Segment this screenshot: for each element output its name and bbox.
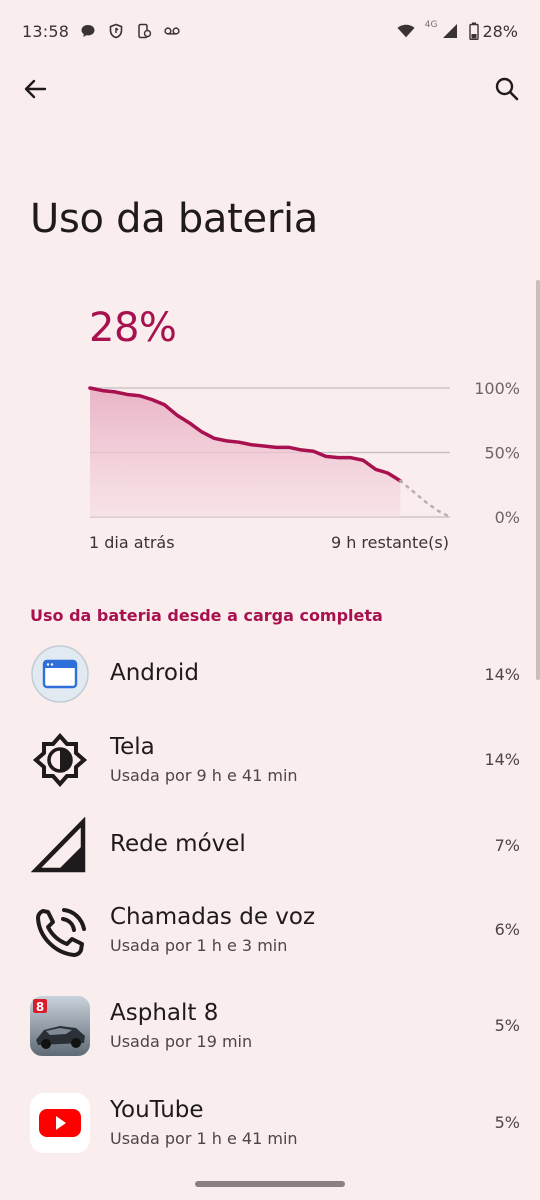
app-usage-detail: Usada por 1 h e 41 min xyxy=(110,1129,298,1148)
chart-axis-end-label: 9 h restante(s) xyxy=(330,533,449,552)
status-bar-left: 13:58 xyxy=(22,22,181,41)
wifi-icon xyxy=(397,22,415,40)
app-name: Rede móvel xyxy=(110,831,246,857)
back-button[interactable] xyxy=(20,74,50,104)
chart-tick-label: 50% xyxy=(484,444,520,463)
network-type-label: 4G xyxy=(424,20,438,30)
phone-sync-icon xyxy=(135,22,153,40)
status-time: 13:58 xyxy=(22,21,70,41)
youtube-icon xyxy=(30,1093,90,1153)
arrow-left-icon xyxy=(24,79,47,99)
search-button[interactable] xyxy=(492,74,522,104)
list-item-asphalt-8[interactable]: 8 Asphalt 8 Usada por 19 min 5% xyxy=(0,996,540,1086)
status-bar: 13:58 4G 28% xyxy=(0,0,540,62)
list-item-android[interactable]: Android 14% xyxy=(0,630,540,720)
voicemail-icon xyxy=(163,22,181,40)
asphalt-8-icon: 8 xyxy=(30,996,90,1056)
list-item-chamadas-de-voz[interactable]: Chamadas de voz Usada por 1 h e 3 min 6% xyxy=(0,900,540,990)
app-percent: 5% xyxy=(494,1016,520,1035)
shield-icon xyxy=(107,22,125,40)
battery-level: 28% xyxy=(89,305,177,351)
chart-axis-start-label: 1 dia atrás xyxy=(89,533,175,552)
scrollbar[interactable] xyxy=(536,280,540,680)
app-bar xyxy=(0,62,540,114)
cell-signal-icon xyxy=(30,816,90,876)
chat-notification-icon xyxy=(79,22,97,40)
svg-text:8: 8 xyxy=(36,1000,44,1014)
status-bar-right: 4G 28% xyxy=(397,20,518,41)
chart-tick-label: 100% xyxy=(474,379,520,398)
app-usage-detail: Usada por 19 min xyxy=(110,1032,253,1051)
app-percent: 14% xyxy=(484,750,520,769)
app-name: Asphalt 8 xyxy=(110,1000,219,1026)
chart-tick-label: 0% xyxy=(495,508,520,527)
home-indicator[interactable] xyxy=(195,1181,345,1187)
search-icon xyxy=(495,77,519,101)
battery-usage-screen: 13:58 4G 28% Uso da bateria 28% 100% 50%… xyxy=(0,0,540,1200)
app-usage-detail: Usada por 1 h e 3 min xyxy=(110,936,288,955)
app-percent: 14% xyxy=(484,665,520,684)
app-name: YouTube xyxy=(110,1097,204,1123)
brightness-icon xyxy=(30,730,90,790)
app-usage-detail: Usada por 9 h e 41 min xyxy=(110,766,298,785)
battery-icon xyxy=(469,22,480,40)
list-item-tela[interactable]: Tela Usada por 9 h e 41 min 14% xyxy=(0,726,540,816)
chart-series-line-projected xyxy=(399,479,452,519)
section-header: Uso da bateria desde a carga completa xyxy=(30,606,383,625)
battery-status: 28% xyxy=(469,22,518,41)
signal-icon xyxy=(441,22,459,40)
list-item-youtube[interactable]: YouTube Usada por 1 h e 41 min 5% xyxy=(0,1093,540,1183)
app-name: Android xyxy=(110,660,199,686)
battery-percent: 28% xyxy=(482,21,518,41)
list-item-rede-movel[interactable]: Rede móvel 7% xyxy=(0,816,540,906)
app-percent: 6% xyxy=(494,920,520,939)
app-percent: 5% xyxy=(494,1113,520,1132)
app-name: Tela xyxy=(110,734,155,760)
app-percent: 7% xyxy=(494,836,520,855)
app-name: Chamadas de voz xyxy=(110,904,316,930)
page-title: Uso da bateria xyxy=(30,196,318,242)
battery-chart: 100% 50% 0% xyxy=(88,379,520,527)
phone-call-icon xyxy=(30,904,90,964)
android-system-icon xyxy=(30,644,90,704)
